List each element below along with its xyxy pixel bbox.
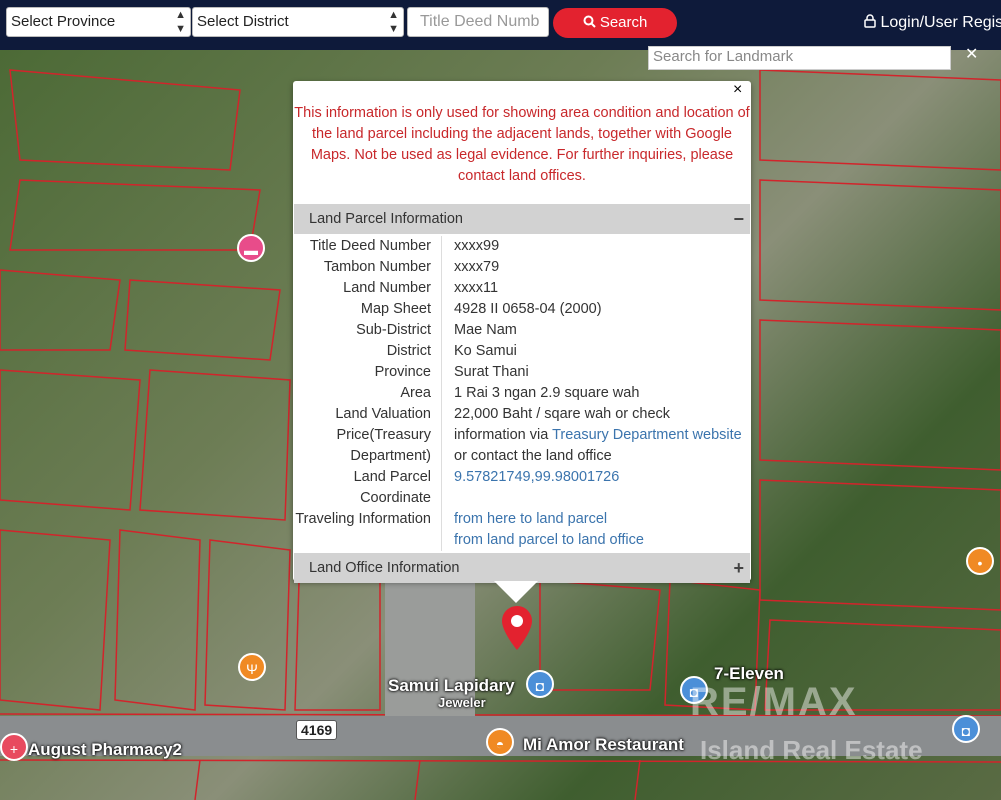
login-link[interactable]: Login/User Regis: [864, 14, 1001, 32]
land-parcel-section-title: Land Parcel Information: [309, 211, 463, 227]
row-label: Land Number: [343, 280, 431, 296]
row-label: Traveling Information: [295, 511, 431, 527]
row-value: 4928 II 0658-04 (2000): [454, 301, 602, 317]
row-value: xxxx99: [454, 238, 500, 254]
table-row: District Ko Samui: [293, 341, 751, 362]
district-select-label: Select District: [197, 13, 289, 30]
row-label: Title Deed Number: [309, 238, 431, 254]
land-parcel-section-header[interactable]: Land Parcel Information −: [294, 204, 750, 234]
row-label: District: [386, 343, 431, 359]
table-row: Area 1 Rai 3 ngan 2.9 square wah: [293, 383, 751, 404]
row-label: Department): [350, 448, 431, 464]
watermark-text: Island Real Estate: [700, 735, 923, 765]
map-label-jeweler-sub: Jeweler: [438, 695, 486, 710]
top-bar: Select Province ▲ ▼ Select District ▲ ▼ Ti…: [0, 0, 1001, 50]
table-row: Province Surat Thani: [293, 362, 751, 383]
watermark-logo: RE/MAX: [690, 680, 858, 724]
login-label: Login/User Regis: [880, 14, 1001, 31]
landmark-search-input[interactable]: Search for Landmark: [648, 46, 951, 70]
table-row: Land Number xxxx11: [293, 278, 751, 299]
parcel-info-popup: × This information is only used for show…: [293, 81, 751, 583]
row-value: Surat Thani: [454, 364, 529, 380]
table-row: Department) or contact the land office: [293, 446, 751, 467]
row-value: Mae Nam: [454, 322, 517, 338]
table-row: Tambon Number xxxx79: [293, 257, 751, 278]
updown-icon: ▲ ▼: [388, 9, 399, 35]
restaurant-icon[interactable]: Ψ: [238, 653, 266, 681]
table-row: from land parcel to land office: [293, 530, 751, 551]
row-value: Ko Samui: [454, 343, 517, 359]
row-label: Land Parcel: [353, 469, 431, 485]
land-office-section-header[interactable]: Land Office Information +: [294, 553, 750, 583]
province-select[interactable]: Select Province ▲ ▼: [6, 7, 191, 37]
table-row: Sub-District Mae Nam: [293, 320, 751, 341]
row-value: or contact the land office: [454, 448, 612, 464]
row-label: Land Valuation: [335, 406, 431, 422]
row-label: Map Sheet: [360, 301, 431, 317]
directions-to-parcel-link[interactable]: from here to land parcel: [454, 509, 607, 530]
row-value: xxxx79: [454, 259, 500, 275]
row-label: Price(Treasury: [336, 427, 431, 443]
row-value: xxxx11: [454, 280, 499, 296]
row-value: information via Treasury Department webs…: [454, 425, 742, 446]
land-office-section-title: Land Office Information: [309, 560, 460, 576]
table-row: Map Sheet 4928 II 0658-04 (2000): [293, 299, 751, 320]
table-row: Traveling Information from here to land …: [293, 509, 751, 530]
bank-icon[interactable]: ◘: [952, 715, 980, 743]
updown-icon: ▲ ▼: [175, 9, 186, 35]
disclaimer-text: This information is only used for showin…: [294, 105, 750, 184]
table-row: Land Parcel 9.57821749,99.98001726: [293, 467, 751, 488]
map-label-restaurant: Mi Amor Restaurant: [523, 735, 684, 754]
pharmacy-icon[interactable]: +: [0, 733, 28, 761]
map-pin-icon[interactable]: [502, 606, 532, 650]
province-select-label: Select Province: [11, 13, 116, 30]
table-row: Price(Treasury information via Treasury …: [293, 425, 751, 446]
row-label: Sub-District: [356, 322, 431, 338]
treasury-link[interactable]: Treasury Department website: [552, 427, 742, 443]
landmark-search-placeholder: Search for Landmark: [653, 48, 794, 65]
expand-icon[interactable]: +: [733, 553, 744, 583]
lock-icon: [864, 14, 876, 28]
route-shield: 4169: [296, 720, 338, 740]
search-button-label: Search: [599, 14, 648, 31]
shopping-bag-icon[interactable]: ◘: [526, 670, 554, 698]
table-row: Coordinate: [293, 488, 751, 509]
hotel-icon[interactable]: ▬: [237, 234, 265, 262]
row-value: 22,000 Baht / sqare wah or check: [454, 406, 671, 422]
map-label-jeweler: Samui Lapidary: [388, 676, 515, 695]
cafe-icon[interactable]: ◓: [486, 728, 514, 756]
parcel-info-table: Title Deed Number xxxx99 Tambon Number x…: [293, 236, 751, 551]
place-icon[interactable]: •: [966, 547, 994, 575]
map-label-pharmacy: August Pharmacy2: [28, 740, 182, 759]
close-icon[interactable]: ✕: [965, 44, 978, 64]
search-button[interactable]: Search: [553, 8, 677, 38]
table-row: Title Deed Number xxxx99: [293, 236, 751, 257]
close-icon[interactable]: ×: [733, 81, 742, 99]
title-deed-placeholder: Title Deed Numb: [420, 13, 540, 30]
row-label: Coordinate: [360, 490, 431, 506]
directions-to-office-link[interactable]: from land parcel to land office: [454, 530, 644, 551]
coordinate-link[interactable]: 9.57821749,99.98001726: [454, 467, 619, 488]
row-value-prefix: information via: [454, 427, 553, 443]
title-deed-input[interactable]: Title Deed Numb: [407, 7, 549, 37]
row-label: Province: [374, 364, 431, 380]
row-label: Area: [400, 385, 431, 401]
collapse-icon[interactable]: −: [733, 204, 744, 234]
search-icon: [583, 15, 596, 28]
table-row: Land Valuation 22,000 Baht / sqare wah o…: [293, 404, 751, 425]
district-select[interactable]: Select District ▲ ▼: [192, 7, 404, 37]
popup-pointer: [494, 581, 538, 603]
row-label: Tambon Number: [323, 259, 431, 275]
row-value: 1 Rai 3 ngan 2.9 square wah: [454, 385, 640, 401]
